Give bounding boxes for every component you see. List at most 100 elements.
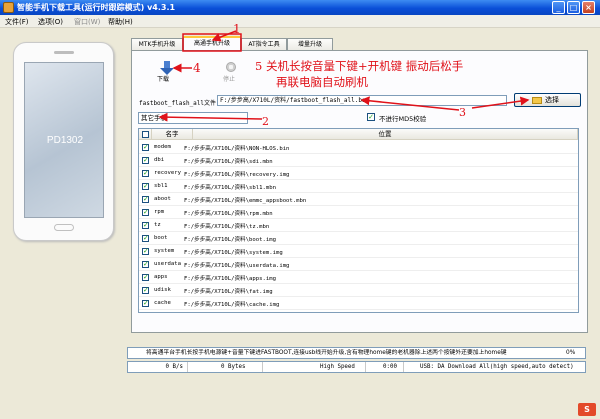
annotation-step-3: 3: [459, 106, 466, 119]
status-message: 将高通平台手机长按手机电源键+音量下键进FASTBOOT,连接usb线开始升级,…: [146, 350, 507, 356]
row-checkbox[interactable]: ✓: [142, 261, 149, 268]
partition-name: boot: [154, 235, 168, 241]
partition-name: cache: [154, 300, 171, 306]
menu-bar: 文件(F) 选项(O) 窗口(W) 帮助(H): [0, 15, 600, 28]
select-file-button[interactable]: 选择: [514, 93, 581, 107]
partition-name: system: [154, 248, 175, 254]
menu-file[interactable]: 文件(F): [5, 17, 29, 27]
stop-label[interactable]: 停止: [223, 74, 235, 83]
partition-path: F:/步步高/X710L/资料\recovery.img: [184, 172, 290, 178]
flash-file-path-input[interactable]: F:/步步高/X710L/资料/fastboot_flash_all.bat: [217, 95, 507, 106]
partition-path: F:/步步高/X710L/资料\sbl1.mbn: [184, 185, 276, 191]
row-checkbox[interactable]: ✓: [142, 170, 149, 177]
annotation-instruction-line1: 5 关机长按音量下键+开机键 振动后松手: [255, 59, 464, 73]
progress-percent: 0%: [566, 350, 576, 356]
row-checkbox[interactable]: ✓: [142, 287, 149, 294]
partition-table: 名字 位置 ✓ modem F:/步步高/X710L/资料\NON-HLOS.bin…: [138, 128, 579, 313]
phone-image: PD1302: [13, 42, 114, 241]
table-row[interactable]: ✓ udisk F:/步步高/X710L/资料\fat.img: [139, 284, 578, 297]
row-checkbox[interactable]: ✓: [142, 300, 149, 307]
partition-name: modem: [154, 144, 171, 150]
annotation-step-1: 1: [233, 22, 241, 36]
column-header-name[interactable]: 名字: [152, 129, 193, 140]
status-usb: USB: DA Download All(high speed,auto det…: [420, 364, 574, 370]
partition-path: F:/步步高/X710L/资料\sdi.mbn: [184, 159, 273, 165]
annotation-step-2: 2: [262, 115, 269, 128]
table-row[interactable]: ✓ tz F:/步步高/X710L/资料\tz.mbn: [139, 219, 578, 232]
annotation-step-4: 4: [193, 61, 201, 75]
status-bytes: 0 Bytes: [188, 362, 263, 372]
select-all-box: [142, 131, 149, 138]
partition-path: F:/步步高/X710L/资料\rpm.mbn: [184, 211, 273, 217]
phone-screen: PD1302: [24, 62, 104, 218]
column-header-location[interactable]: 位置: [193, 129, 578, 140]
title-bar: 智能手机下载工具(运行时跟踪模式) v4.3.1 _ □ ×: [0, 0, 600, 15]
row-checkbox[interactable]: ✓: [142, 248, 149, 255]
row-checkbox[interactable]: ✓: [142, 144, 149, 151]
row-checkbox[interactable]: ✓: [142, 274, 149, 281]
row-checkbox[interactable]: ✓: [142, 209, 149, 216]
annotation-instruction-line2: 再联电脑自动刷机: [276, 75, 368, 89]
table-row[interactable]: ✓ sbl1 F:/步步高/X710L/资料\sbl1.mbn: [139, 180, 578, 193]
skip-md5-label: 不进行MD5校验: [379, 115, 427, 123]
row-checkbox[interactable]: ✓: [142, 183, 149, 190]
corner-logo: S: [578, 403, 596, 416]
menu-window[interactable]: 窗口(W): [74, 17, 100, 27]
close-button[interactable]: ×: [582, 1, 595, 14]
partition-name: tz: [154, 222, 161, 228]
status-mode: High Speed: [263, 362, 366, 372]
partition-name: udisk: [154, 287, 171, 293]
row-checkbox[interactable]: ✓: [142, 196, 149, 203]
table-row[interactable]: ✓ dbi F:/步步高/X710L/资料\sdi.mbn: [139, 154, 578, 167]
row-checkbox[interactable]: ✓: [142, 235, 149, 242]
partition-path: F:/步步高/X710L/资料\boot.img: [184, 237, 276, 243]
tab-incremental-upgrade[interactable]: 增量升级: [287, 38, 333, 50]
transfer-status-bar: 0 B/s 0 Bytes High Speed 0:00 USB: DA Do…: [127, 361, 586, 373]
partition-path: F:/步步高/X710L/资料\userdata.img: [184, 263, 290, 269]
table-row[interactable]: ✓ system F:/步步高/X710L/资料\system.img: [139, 245, 578, 258]
partition-name: apps: [154, 274, 168, 280]
tab-at-command[interactable]: AT指令工具: [241, 38, 287, 50]
status-message-bar: 将高通平台手机长按手机电源键+音量下键进FASTBOOT,连接usb线开始升级,…: [127, 347, 586, 359]
tab-qualcomm-upgrade[interactable]: 高通手机升级: [183, 36, 241, 51]
select-file-label: 选择: [545, 96, 559, 104]
table-row[interactable]: ✓ modem F:/步步高/X710L/资料\NON-HLOS.bin: [139, 141, 578, 154]
window-title: 智能手机下载工具(运行时跟踪模式) v4.3.1: [17, 3, 176, 12]
row-checkbox[interactable]: ✓: [142, 222, 149, 229]
phone-speaker: [54, 51, 74, 54]
partition-path: F:/步步高/X710L/资料\emmc_appsboot.mbn: [184, 198, 307, 204]
partition-path: F:/步步高/X710L/资料\apps.img: [184, 276, 276, 282]
table-row[interactable]: ✓ userdata F:/步步高/X710L/资料\userdata.img: [139, 258, 578, 271]
table-row[interactable]: ✓ rpm F:/步步高/X710L/资料\rpm.mbn: [139, 206, 578, 219]
partition-name: sbl1: [154, 183, 168, 189]
select-all-checkbox[interactable]: [139, 129, 152, 140]
phone-home-button: [54, 224, 74, 231]
maximize-button[interactable]: □: [567, 1, 580, 14]
partition-path: F:/步步高/X710L/资料\NON-HLOS.bin: [184, 146, 290, 152]
skip-md5-checkbox[interactable]: ✓: [367, 113, 375, 121]
table-row[interactable]: ✓ aboot F:/步步高/X710L/资料\emmc_appsboot.mbn: [139, 193, 578, 206]
menu-help[interactable]: 帮助(H): [108, 17, 133, 27]
partition-name: userdata: [154, 261, 181, 267]
phone-type-select[interactable]: 其它手机: [138, 112, 248, 124]
tab-mtk-upgrade[interactable]: MTK手机升级: [131, 38, 183, 50]
partition-name: rpm: [154, 209, 165, 215]
table-row[interactable]: ✓ cache F:/步步高/X710L/资料\cache.img: [139, 297, 578, 310]
download-label[interactable]: 下载: [157, 74, 169, 83]
partition-name: aboot: [154, 196, 171, 202]
partition-path: F:/步步高/X710L/资料\tz.mbn: [184, 224, 270, 230]
menu-options[interactable]: 选项(O): [38, 17, 63, 27]
table-header: 名字 位置: [139, 129, 578, 140]
folder-icon: [532, 97, 542, 104]
table-row[interactable]: ✓ boot F:/步步高/X710L/资料\boot.img: [139, 232, 578, 245]
partition-name: recovery: [154, 170, 181, 176]
minimize-button[interactable]: _: [552, 1, 565, 14]
table-row[interactable]: ✓ recovery F:/步步高/X710L/资料\recovery.img: [139, 167, 578, 180]
row-checkbox[interactable]: ✓: [142, 157, 149, 164]
table-row[interactable]: ✓ apps F:/步步高/X710L/资料\apps.img: [139, 271, 578, 284]
app-icon: [3, 2, 14, 13]
status-time: 0:00: [366, 362, 404, 372]
partition-path: F:/步步高/X710L/资料\system.img: [184, 250, 283, 256]
flash-file-label: fastboot_flash_all文件: [139, 100, 217, 107]
stop-icon-center: [229, 65, 233, 69]
